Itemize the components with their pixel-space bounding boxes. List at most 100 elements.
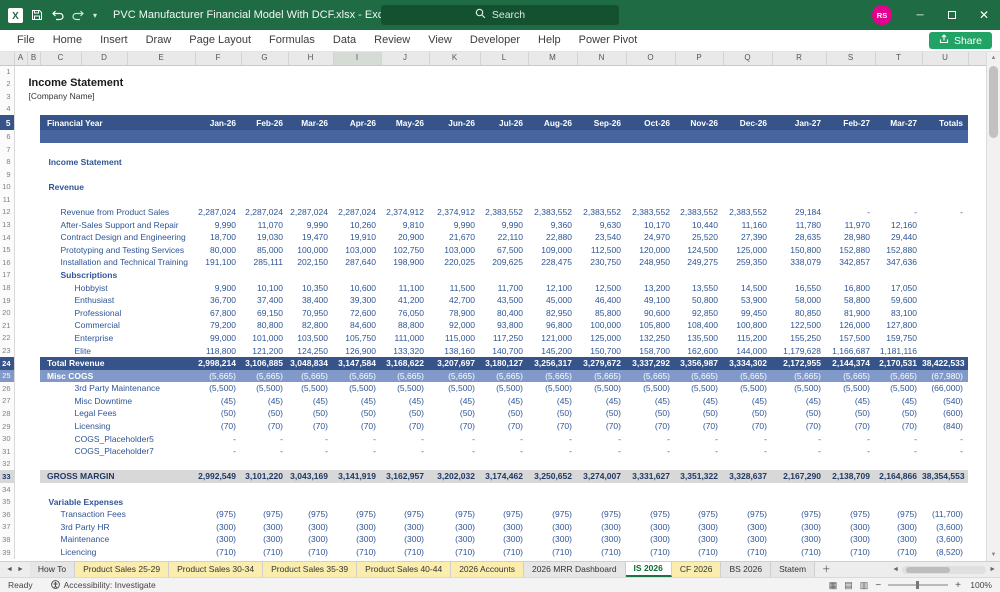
month-header[interactable]: Jan-26 — [195, 115, 241, 130]
row-label[interactable]: Revenue from Product Sales — [14, 206, 195, 219]
cell[interactable]: (50) — [480, 407, 528, 420]
cell[interactable] — [968, 307, 986, 320]
cell[interactable]: (45) — [241, 395, 288, 408]
cell[interactable]: (70) — [528, 420, 577, 433]
cell[interactable]: 79,200 — [195, 319, 241, 332]
cell[interactable]: 67,500 — [480, 244, 528, 257]
cell[interactable]: 342,857 — [826, 256, 875, 269]
cell[interactable]: 10,170 — [626, 219, 675, 232]
cell[interactable]: (70) — [195, 420, 241, 433]
cell[interactable]: 2,172,955 — [772, 357, 826, 370]
sheet-tab-product-sales-40-44[interactable]: Product Sales 40-44 — [357, 562, 451, 577]
cell[interactable]: 103,000 — [333, 244, 381, 257]
month-header[interactable]: Totals — [922, 115, 968, 130]
column-header-T[interactable]: T — [875, 52, 922, 65]
cell[interactable]: 82,800 — [288, 319, 333, 332]
cell[interactable]: 2,287,024 — [241, 206, 288, 219]
cell[interactable] — [14, 357, 40, 370]
row-label[interactable]: Misc Downt­ime — [14, 395, 195, 408]
cell[interactable]: 10,600 — [333, 282, 381, 295]
column-header-L[interactable]: L — [480, 52, 528, 65]
horizontal-scrollbar-track[interactable] — [902, 566, 986, 574]
cell[interactable]: - — [723, 445, 772, 458]
cell[interactable]: 16,550 — [772, 282, 826, 295]
cell[interactable] — [40, 130, 968, 143]
cell[interactable]: 191,100 — [195, 256, 241, 269]
cell[interactable]: 99,450 — [723, 307, 772, 320]
cell[interactable]: 3,356,987 — [675, 357, 723, 370]
cell[interactable] — [968, 244, 986, 257]
cell[interactable]: 96,800 — [528, 319, 577, 332]
cell[interactable]: 117,250 — [480, 332, 528, 345]
cell[interactable]: 347,636 — [875, 256, 922, 269]
cell[interactable]: 259,350 — [723, 256, 772, 269]
cell[interactable]: - — [626, 433, 675, 446]
cell[interactable]: 13,550 — [675, 282, 723, 295]
cell[interactable]: 19,470 — [288, 231, 333, 244]
cell[interactable]: (300) — [772, 521, 826, 534]
cell[interactable] — [968, 546, 986, 559]
ribbon-tab-developer[interactable]: Developer — [461, 30, 529, 51]
cell[interactable]: (300) — [480, 533, 528, 546]
cell[interactable]: (70) — [429, 420, 480, 433]
sheet-tab-how-to[interactable]: How To — [30, 562, 75, 577]
row-header-8[interactable]: 8 — [0, 156, 14, 169]
cell[interactable]: 19,030 — [241, 231, 288, 244]
cell[interactable]: 3,162,957 — [381, 470, 429, 483]
cell[interactable]: (70) — [381, 420, 429, 433]
cell[interactable]: 2,138,709 — [826, 470, 875, 483]
row-label[interactable]: Licensing — [14, 420, 195, 433]
cell[interactable]: 27,390 — [723, 231, 772, 244]
sheet-tab-bs-2026[interactable]: BS 2026 — [721, 562, 771, 577]
cell[interactable]: 11,780 — [772, 219, 826, 232]
cell[interactable] — [968, 219, 986, 232]
cell[interactable]: 145,200 — [528, 344, 577, 357]
cell[interactable]: (70) — [480, 420, 528, 433]
cell[interactable]: 3,279,672 — [577, 357, 626, 370]
cell[interactable]: 11,100 — [381, 282, 429, 295]
cell[interactable]: (45) — [723, 395, 772, 408]
cell[interactable]: 76,050 — [381, 307, 429, 320]
zoom-in-icon[interactable]: + — [955, 580, 961, 591]
column-header-D[interactable]: D — [81, 52, 127, 65]
cell[interactable]: (50) — [577, 407, 626, 420]
row-header-10[interactable]: 10 — [0, 181, 14, 194]
cell[interactable]: 69,150 — [241, 307, 288, 320]
cell[interactable]: (5,500) — [480, 382, 528, 395]
cell[interactable]: 11,070 — [241, 219, 288, 232]
horizontal-scrollbar[interactable]: ◄ ► — [888, 562, 1000, 577]
cell[interactable]: 2,164,866 — [875, 470, 922, 483]
cell[interactable]: 92,850 — [675, 307, 723, 320]
total-cell[interactable]: - — [922, 445, 968, 458]
total-cell[interactable]: (3,600) — [922, 521, 968, 534]
cell[interactable]: 84,600 — [333, 319, 381, 332]
empty-row[interactable] — [14, 483, 986, 496]
empty-row[interactable] — [14, 458, 986, 471]
cell[interactable]: (70) — [875, 420, 922, 433]
cell[interactable]: - — [241, 433, 288, 446]
row-label[interactable]: COGS_Placeholder5 — [14, 433, 195, 446]
cell[interactable]: (710) — [626, 546, 675, 559]
cell[interactable]: (300) — [577, 533, 626, 546]
ribbon-tab-power-pivot[interactable]: Power Pivot — [570, 30, 647, 51]
row-header-27[interactable]: 27 — [0, 395, 14, 408]
cell[interactable]: 2,383,552 — [675, 206, 723, 219]
cell[interactable]: 118,800 — [195, 344, 241, 357]
row-label[interactable]: Revenue — [14, 181, 986, 194]
cell[interactable]: (70) — [826, 420, 875, 433]
cell[interactable]: 2,383,552 — [480, 206, 528, 219]
row-header-7[interactable]: 7 — [0, 143, 14, 156]
row-header-31[interactable]: 31 — [0, 445, 14, 458]
cell[interactable]: (975) — [675, 508, 723, 521]
cell[interactable]: (300) — [195, 521, 241, 534]
zoom-level[interactable]: 100% — [968, 580, 992, 590]
cell[interactable]: - — [288, 433, 333, 446]
scroll-up-icon[interactable]: ▲ — [987, 52, 1000, 64]
row-header-39[interactable]: 39 — [0, 546, 14, 559]
cell[interactable]: 3,141,919 — [333, 470, 381, 483]
cell[interactable]: 152,880 — [826, 244, 875, 257]
cell[interactable]: 38,400 — [288, 294, 333, 307]
cell[interactable]: 105,750 — [333, 332, 381, 345]
cell[interactable] — [968, 256, 986, 269]
cell[interactable]: 1,181,116 — [875, 344, 922, 357]
